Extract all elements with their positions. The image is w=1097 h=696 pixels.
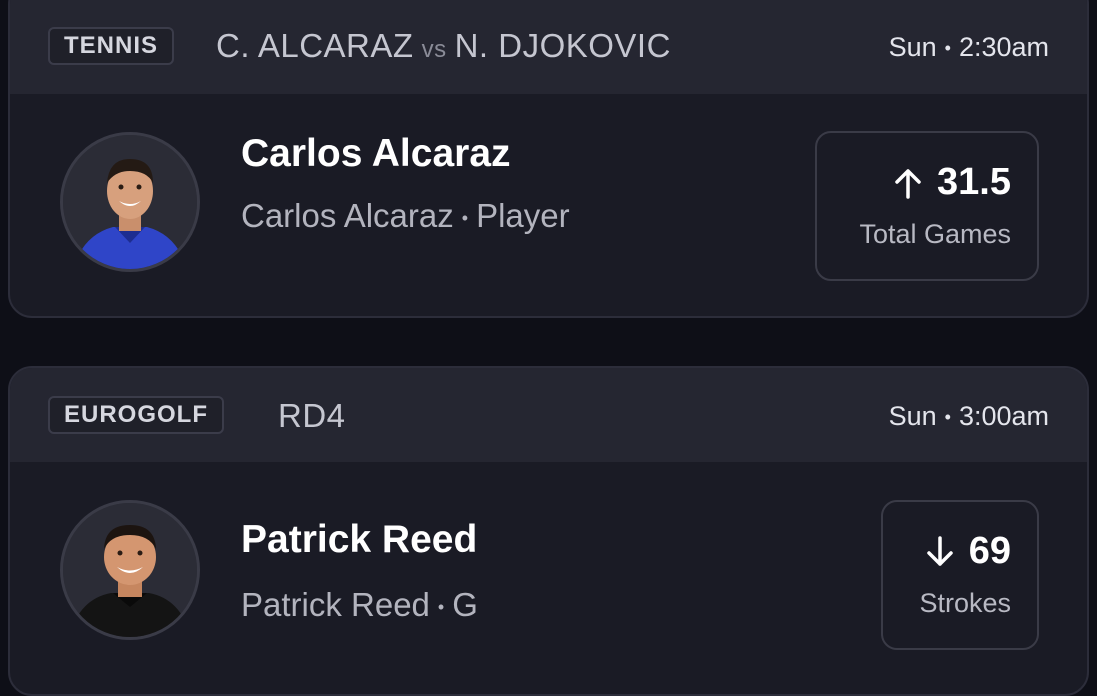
matchup: C. ALCARAZ vs N. DJOKOVIC bbox=[216, 27, 671, 65]
sport-badge: EUROGOLF bbox=[48, 396, 224, 434]
player-avatar bbox=[60, 132, 200, 272]
sport-badge: TENNIS bbox=[48, 27, 175, 65]
player-role: Player bbox=[476, 197, 570, 234]
player-photo bbox=[63, 135, 197, 269]
separator-dot: • bbox=[461, 207, 469, 228]
separator-dot: • bbox=[944, 407, 951, 428]
matchup-vs: vs bbox=[421, 36, 447, 63]
game-day: Sun bbox=[888, 401, 937, 431]
prop-card-alcaraz[interactable]: TENNIS C. ALCARAZ vs N. DJOKOVIC Sun • 2:30a… bbox=[8, 0, 1089, 318]
arrow-up-icon bbox=[895, 168, 921, 199]
player-name: Patrick Reed bbox=[241, 518, 478, 561]
player-role: G bbox=[452, 586, 478, 623]
player-subtitle: Carlos Alcaraz • Player bbox=[241, 197, 570, 235]
projection-stat: Strokes bbox=[919, 588, 1011, 618]
card-header: EUROGOLF RD4 Sun • 3:00am bbox=[10, 368, 1087, 462]
game-day: Sun bbox=[888, 32, 937, 62]
player-avatar bbox=[60, 500, 200, 640]
game-time: Sun • 2:30am bbox=[889, 32, 1049, 63]
projection-value: 69 bbox=[968, 530, 1011, 572]
player-photo bbox=[63, 503, 197, 637]
projection-value-row: 31.5 bbox=[893, 161, 1011, 204]
game-clock: 2:30am bbox=[958, 32, 1049, 62]
projection-value-row: 69 bbox=[925, 530, 1011, 573]
game-clock: 3:00am bbox=[958, 401, 1049, 431]
separator-dot: • bbox=[944, 38, 951, 59]
matchup: RD4 bbox=[278, 397, 346, 434]
player-name: Carlos Alcaraz bbox=[241, 132, 511, 175]
prop-card-reed[interactable]: EUROGOLF RD4 Sun • 3:00am Patrick Reed Pat… bbox=[8, 366, 1089, 696]
projection-value: 31.5 bbox=[937, 161, 1011, 203]
player-sub-name: Patrick Reed bbox=[241, 586, 430, 623]
game-time: Sun • 3:00am bbox=[889, 401, 1049, 432]
separator-dot: • bbox=[437, 596, 445, 617]
arrow-down-icon bbox=[926, 535, 953, 566]
card-header: TENNIS C. ALCARAZ vs N. DJOKOVIC Sun • 2:30a… bbox=[10, 0, 1087, 94]
projection-button[interactable]: 69 Strokes bbox=[881, 500, 1039, 650]
projection-stat: Total Games bbox=[859, 219, 1011, 249]
matchup-away: N. DJOKOVIC bbox=[454, 27, 671, 64]
player-sub-name: Carlos Alcaraz bbox=[241, 197, 454, 234]
player-subtitle: Patrick Reed • G bbox=[241, 586, 478, 624]
matchup-home: C. ALCARAZ bbox=[216, 27, 414, 64]
projection-button[interactable]: 31.5 Total Games bbox=[815, 131, 1039, 281]
